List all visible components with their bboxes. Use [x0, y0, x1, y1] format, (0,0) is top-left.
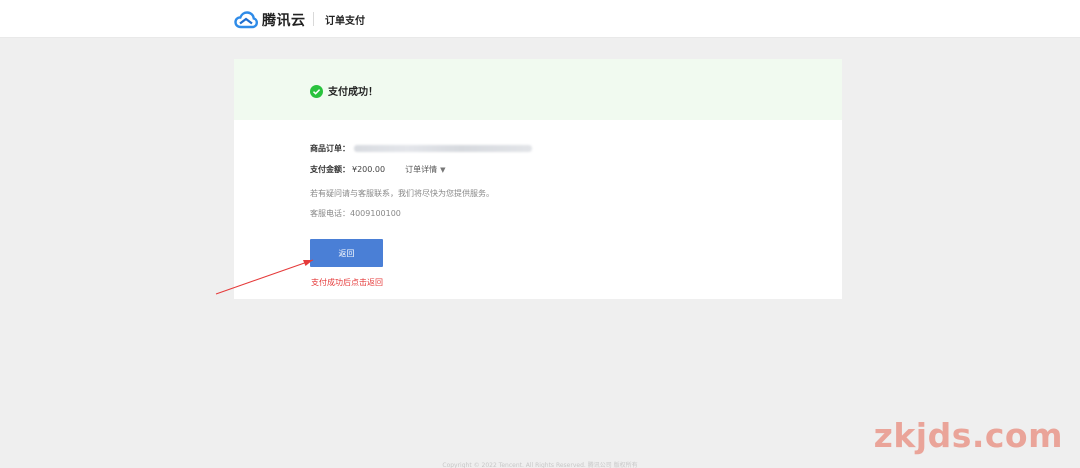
success-banner: 支付成功！ [234, 59, 842, 120]
success-message: 支付成功！ [328, 87, 378, 98]
order-label: 商品订单： [310, 144, 350, 153]
site-watermark: zkjds.com [873, 416, 1063, 455]
phone-label: 客服电话： [310, 209, 350, 218]
order-number-row: 商品订单： [310, 143, 532, 154]
brand-name: 腾讯云 [262, 13, 306, 29]
check-circle-icon [310, 83, 323, 98]
annotation-text: 支付成功后点击返回 [311, 278, 383, 287]
top-bar: 腾讯云 订单支付 [0, 0, 1080, 38]
amount-value: ¥200.00 [352, 165, 386, 174]
cloud-logo-icon [234, 11, 258, 29]
phone-value: 4009100100 [350, 209, 401, 218]
support-notice: 若有疑问请与客服联系，我们将尽快为您提供服务。 [310, 189, 494, 198]
order-detail-link[interactable]: 订单详情 [405, 165, 437, 174]
payment-result-card: 支付成功！ 商品订单： 支付金额： ¥200.00 订单详情 ▼ 若有疑问请与客服联系… [234, 59, 842, 299]
amount-label: 支付金额： [310, 165, 350, 174]
footer-copyright: Copyright © 2022 Tencent. All Rights Res… [442, 462, 638, 468]
support-phone-row: 客服电话：4009100100 [310, 208, 401, 219]
return-button[interactable]: 返回 [310, 239, 383, 267]
tencent-cloud-logo[interactable]: 腾讯云 [234, 9, 306, 31]
amount-row: 支付金额： ¥200.00 订单详情 ▼ [310, 164, 445, 175]
order-number-redacted [354, 145, 532, 152]
caret-down-icon[interactable]: ▼ [440, 166, 445, 174]
page-title: 订单支付 [325, 16, 365, 27]
header-divider [313, 12, 314, 26]
